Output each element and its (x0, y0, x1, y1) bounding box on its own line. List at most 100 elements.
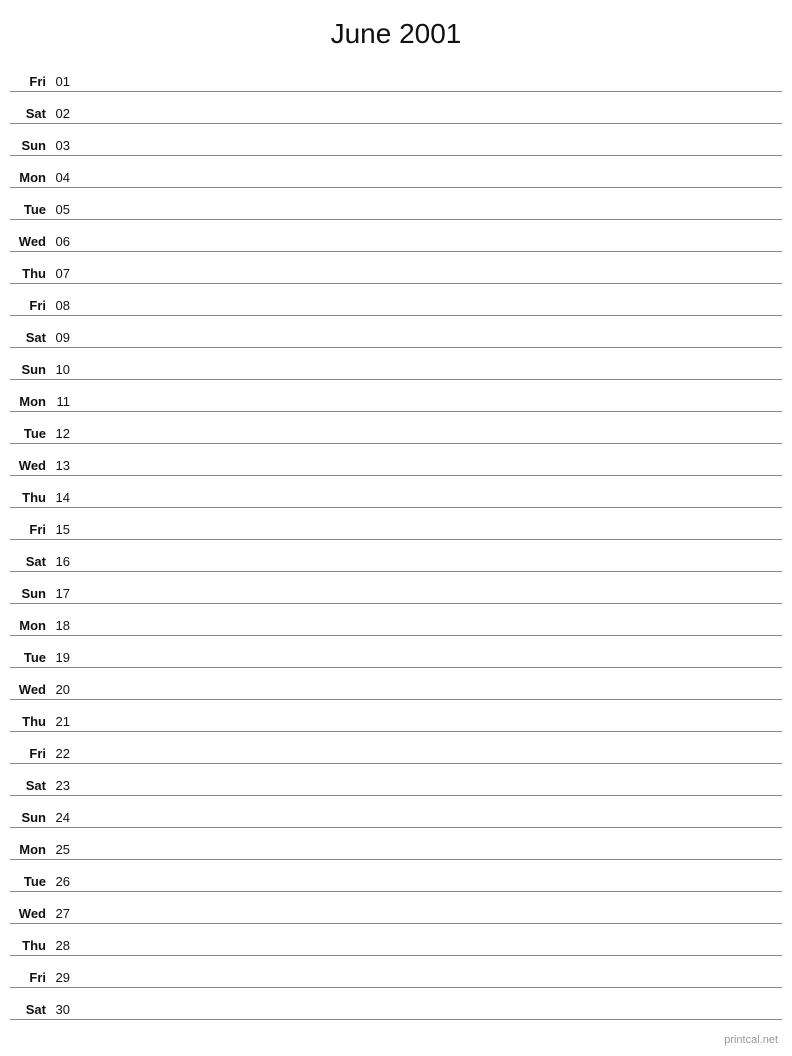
day-name: Thu (10, 938, 50, 953)
day-line (78, 248, 782, 249)
day-name: Sat (10, 106, 50, 121)
day-name: Mon (10, 170, 50, 185)
day-line (78, 888, 782, 889)
day-name: Mon (10, 618, 50, 633)
day-row: Tue05 (10, 188, 782, 220)
day-number: 19 (50, 650, 78, 665)
day-line (78, 696, 782, 697)
day-line (78, 568, 782, 569)
day-row: Sun03 (10, 124, 782, 156)
day-line (78, 728, 782, 729)
day-number: 08 (50, 298, 78, 313)
day-line (78, 376, 782, 377)
day-name: Thu (10, 490, 50, 505)
day-row: Fri29 (10, 956, 782, 988)
day-name: Fri (10, 970, 50, 985)
day-line (78, 792, 782, 793)
day-name: Sun (10, 586, 50, 601)
day-row: Mon11 (10, 380, 782, 412)
day-number: 20 (50, 682, 78, 697)
day-line (78, 280, 782, 281)
day-number: 10 (50, 362, 78, 377)
day-row: Thu21 (10, 700, 782, 732)
day-number: 03 (50, 138, 78, 153)
day-name: Sun (10, 362, 50, 377)
day-number: 11 (50, 394, 78, 409)
day-line (78, 760, 782, 761)
day-row: Wed20 (10, 668, 782, 700)
day-name: Fri (10, 522, 50, 537)
day-line (78, 920, 782, 921)
day-number: 23 (50, 778, 78, 793)
day-number: 29 (50, 970, 78, 985)
day-line (78, 152, 782, 153)
day-number: 25 (50, 842, 78, 857)
day-name: Sat (10, 778, 50, 793)
day-number: 09 (50, 330, 78, 345)
day-row: Sun24 (10, 796, 782, 828)
day-number: 17 (50, 586, 78, 601)
day-number: 15 (50, 522, 78, 537)
day-row: Tue26 (10, 860, 782, 892)
day-name: Thu (10, 714, 50, 729)
day-line (78, 536, 782, 537)
day-row: Fri22 (10, 732, 782, 764)
day-name: Mon (10, 394, 50, 409)
day-row: Tue19 (10, 636, 782, 668)
day-number: 12 (50, 426, 78, 441)
day-line (78, 472, 782, 473)
day-number: 22 (50, 746, 78, 761)
day-line (78, 120, 782, 121)
day-row: Sat02 (10, 92, 782, 124)
day-row: Wed06 (10, 220, 782, 252)
footer-text: printcal.net (724, 1034, 778, 1046)
day-row: Sat16 (10, 540, 782, 572)
day-row: Fri01 (10, 60, 782, 92)
day-row: Tue12 (10, 412, 782, 444)
day-name: Wed (10, 682, 50, 697)
day-row: Sat23 (10, 764, 782, 796)
day-row: Mon04 (10, 156, 782, 188)
day-number: 04 (50, 170, 78, 185)
day-name: Fri (10, 298, 50, 313)
day-line (78, 824, 782, 825)
day-row: Sat09 (10, 316, 782, 348)
day-number: 24 (50, 810, 78, 825)
calendar-container: Fri01Sat02Sun03Mon04Tue05Wed06Thu07Fri08… (0, 60, 792, 1020)
day-name: Sat (10, 330, 50, 345)
day-row: Thu07 (10, 252, 782, 284)
day-line (78, 440, 782, 441)
day-name: Sun (10, 138, 50, 153)
day-number: 02 (50, 106, 78, 121)
day-row: Wed13 (10, 444, 782, 476)
day-number: 26 (50, 874, 78, 889)
day-number: 01 (50, 74, 78, 89)
day-line (78, 632, 782, 633)
day-line (78, 504, 782, 505)
day-line (78, 88, 782, 89)
day-line (78, 408, 782, 409)
day-line (78, 312, 782, 313)
day-name: Mon (10, 842, 50, 857)
day-name: Thu (10, 266, 50, 281)
day-number: 27 (50, 906, 78, 921)
day-number: 21 (50, 714, 78, 729)
day-name: Wed (10, 458, 50, 473)
day-row: Fri08 (10, 284, 782, 316)
day-row: Thu14 (10, 476, 782, 508)
day-row: Wed27 (10, 892, 782, 924)
day-row: Sat30 (10, 988, 782, 1020)
day-line (78, 664, 782, 665)
day-row: Fri15 (10, 508, 782, 540)
day-row: Sun10 (10, 348, 782, 380)
day-name: Wed (10, 234, 50, 249)
day-line (78, 184, 782, 185)
day-row: Mon25 (10, 828, 782, 860)
day-line (78, 344, 782, 345)
day-number: 30 (50, 1002, 78, 1017)
day-number: 28 (50, 938, 78, 953)
day-row: Mon18 (10, 604, 782, 636)
day-number: 05 (50, 202, 78, 217)
day-row: Sun17 (10, 572, 782, 604)
day-name: Tue (10, 426, 50, 441)
